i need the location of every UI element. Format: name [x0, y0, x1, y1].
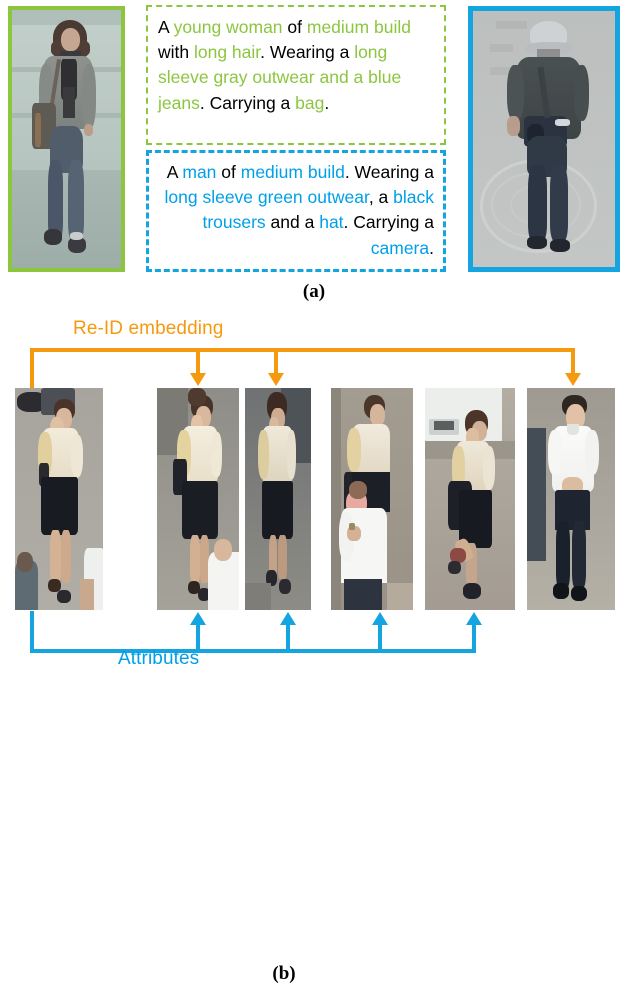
pedestrian-photo-woman — [8, 6, 125, 272]
caption-segment: of — [216, 162, 241, 182]
caption-segment: long sleeve green outwear — [164, 187, 369, 208]
caption-segment: and a — [265, 212, 320, 233]
attributes-bracket-horizontal — [30, 649, 476, 653]
caption-segment: . Wearing a — [344, 162, 434, 182]
attributes-bracket-stem-query — [30, 611, 34, 653]
caption-segment: medium build — [240, 162, 345, 182]
caption-segment: A — [166, 162, 183, 182]
caption-segment: . Carrying a — [199, 92, 296, 113]
attributes-arrow-head-2 — [280, 612, 296, 625]
figure-b: Re-ID embedding Attributes (b) — [0, 300, 628, 984]
gallery-image-4[interactable] — [425, 388, 515, 610]
attributes-arrow-stem-4 — [472, 625, 476, 653]
attributes-arrow-stem-3 — [378, 625, 382, 653]
caption-blue-box: A man of medium build. Wearing a long sl… — [146, 150, 446, 272]
gallery-image-5[interactable] — [527, 388, 615, 610]
caption-segment: with — [158, 42, 194, 63]
caption-segment: , a — [368, 187, 394, 208]
reid-arrow-stem-1 — [196, 348, 200, 375]
reid-arrow-head-1 — [190, 373, 206, 386]
gallery-image-3[interactable] — [331, 388, 413, 610]
gallery-image-2[interactable] — [245, 388, 311, 610]
caption-segment: camera — [370, 237, 430, 258]
caption-segment: medium build — [306, 17, 411, 37]
attributes-arrow-head-4 — [466, 612, 482, 625]
reid-arrow-stem-5 — [571, 348, 575, 375]
caption-segment: young woman — [173, 17, 283, 37]
caption-segment: long hair — [193, 42, 261, 63]
figure-a: A young woman of medium build with long … — [0, 0, 628, 302]
caption-segment: man — [182, 162, 217, 182]
caption-blue-text: A man of medium build. Wearing a long sl… — [165, 162, 435, 258]
reid-arrow-head-5 — [565, 373, 581, 386]
caption-segment: bag — [295, 92, 325, 113]
pedestrian-photo-man — [468, 6, 620, 272]
reid-arrow-stem-2 — [274, 348, 278, 375]
caption-segment: hat — [319, 212, 344, 233]
caption-segment: A — [158, 17, 174, 37]
caption-segment: . Wearing a — [260, 42, 355, 63]
attributes-label: Attributes — [118, 648, 200, 669]
subfigure-label-b: (b) — [272, 963, 296, 984]
caption-segment: . Carrying a — [343, 212, 434, 233]
reid-arrow-head-2 — [268, 373, 284, 386]
caption-green-text: A young woman of medium build with long … — [158, 17, 411, 113]
caption-segment: . — [324, 92, 330, 113]
caption-green-box: A young woman of medium build with long … — [146, 5, 446, 145]
attributes-arrow-head-3 — [372, 612, 388, 625]
reid-bracket-horizontal — [30, 348, 575, 352]
caption-segment: . — [429, 237, 434, 258]
attributes-arrow-head-1 — [190, 612, 206, 625]
query-image[interactable] — [15, 388, 103, 610]
attributes-arrow-stem-2 — [286, 625, 290, 653]
gallery-image-1[interactable] — [157, 388, 239, 610]
caption-segment: of — [282, 17, 307, 37]
reid-embedding-label: Re-ID embedding — [73, 318, 224, 339]
reid-bracket-stem-query — [30, 348, 34, 390]
